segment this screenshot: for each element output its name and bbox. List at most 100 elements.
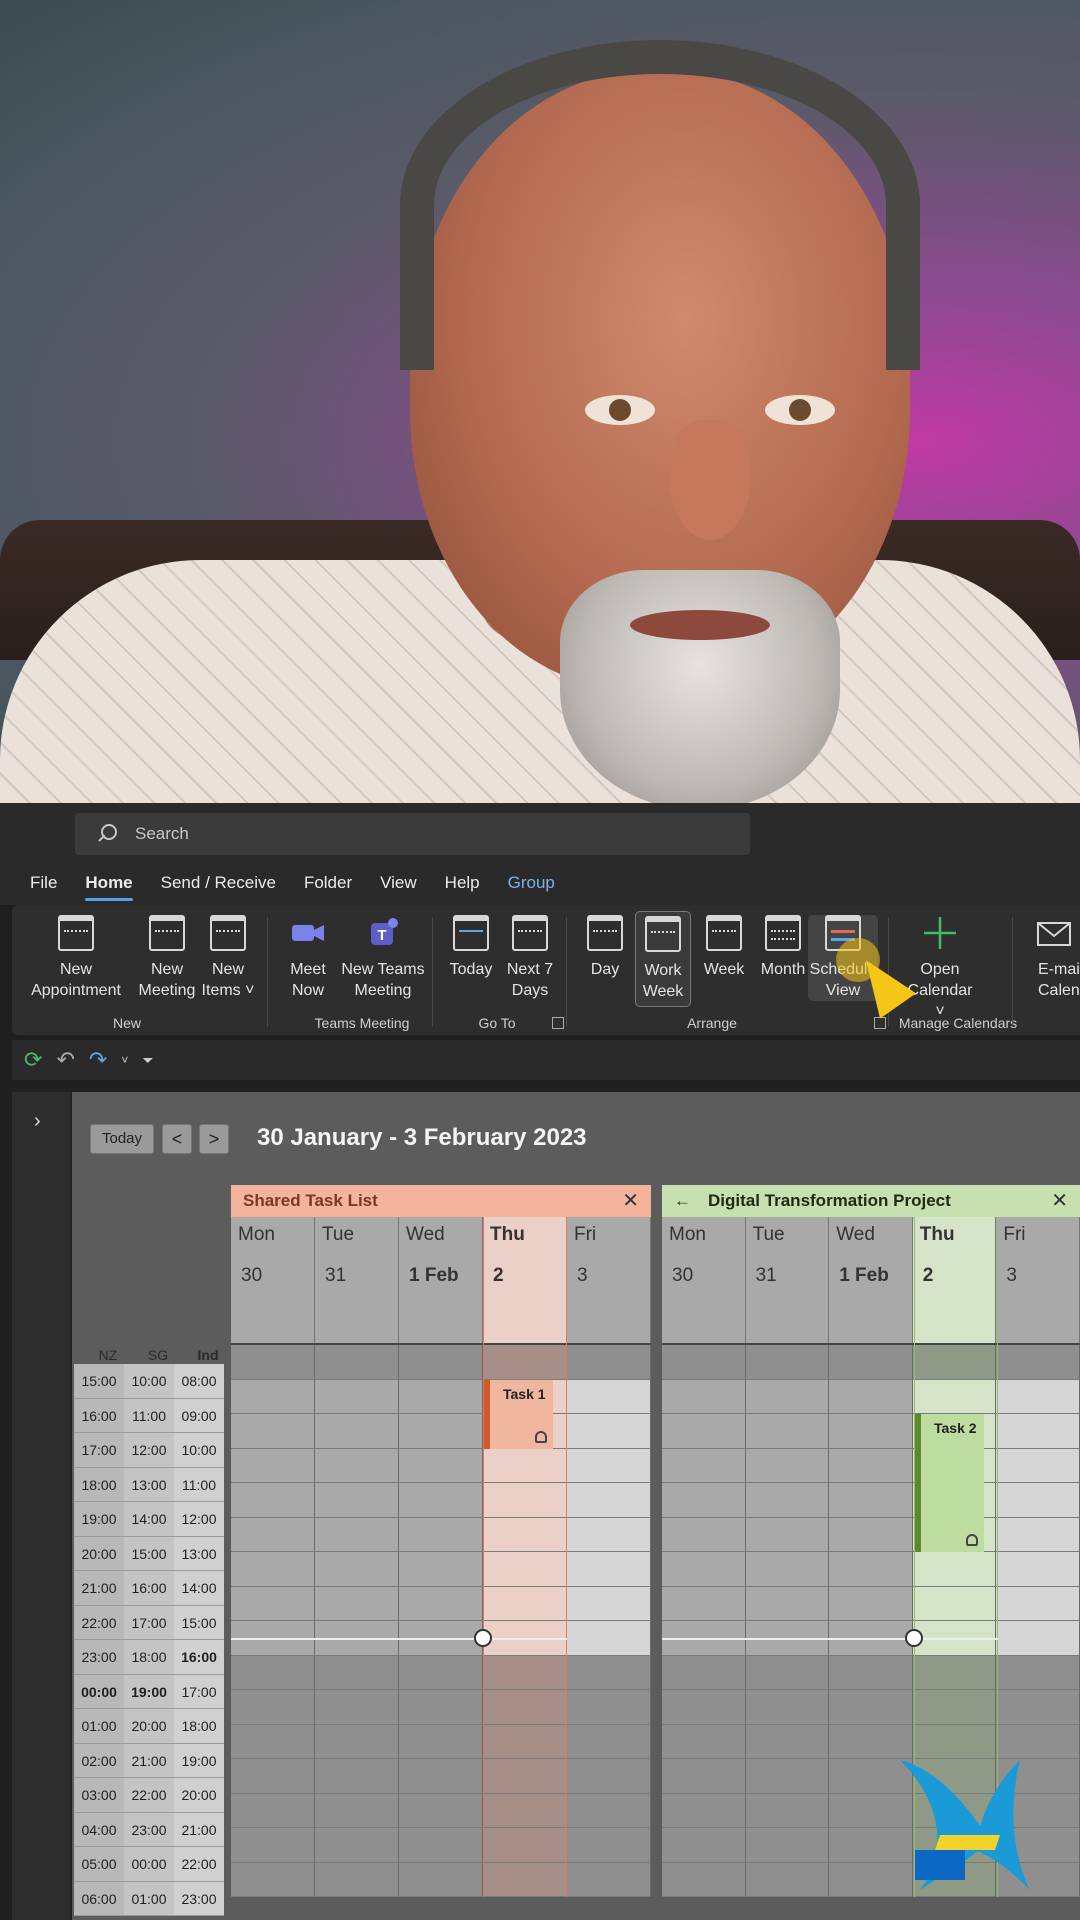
time-slot[interactable] <box>399 1828 483 1863</box>
time-slot[interactable] <box>315 1345 399 1380</box>
time-slot[interactable] <box>567 1621 651 1656</box>
time-slot[interactable] <box>483 1448 567 1483</box>
date-number[interactable]: 30 <box>662 1253 746 1343</box>
time-slot[interactable] <box>745 1345 830 1380</box>
time-slot[interactable] <box>231 1828 315 1863</box>
time-slot[interactable] <box>996 1379 1080 1414</box>
time-slot[interactable] <box>399 1345 483 1380</box>
time-slot[interactable] <box>315 1483 399 1518</box>
time-slot[interactable] <box>483 1793 567 1828</box>
time-slot[interactable] <box>231 1586 315 1621</box>
time-slot[interactable] <box>996 1621 1080 1656</box>
task-event[interactable]: Task 1 <box>484 1379 553 1449</box>
time-slot[interactable] <box>315 1793 399 1828</box>
new-appointment-button[interactable]: New Appointment <box>26 915 126 1001</box>
time-slot[interactable] <box>231 1414 315 1449</box>
time-slot[interactable] <box>567 1759 651 1794</box>
time-slot[interactable] <box>745 1793 830 1828</box>
time-slot[interactable] <box>567 1414 651 1449</box>
redo-dropdown-icon[interactable]: ˅ <box>121 1053 128 1067</box>
work-week-view-button[interactable]: Work Week <box>635 911 691 1007</box>
customize-toolbar-icon[interactable]: ⏷ <box>142 1052 153 1069</box>
new-meeting-button[interactable]: New Meeting <box>132 915 202 1001</box>
time-slot[interactable] <box>315 1724 399 1759</box>
time-slot[interactable] <box>829 1655 913 1690</box>
time-slot[interactable] <box>567 1552 651 1587</box>
time-slot[interactable] <box>745 1759 830 1794</box>
time-slot[interactable] <box>996 1345 1080 1380</box>
date-number[interactable]: 31 <box>315 1253 399 1343</box>
back-arrow-icon[interactable]: ← <box>674 1185 691 1217</box>
time-slot[interactable] <box>483 1586 567 1621</box>
time-slot[interactable] <box>662 1793 746 1828</box>
time-slot[interactable] <box>315 1862 399 1897</box>
time-slot[interactable] <box>996 1655 1080 1690</box>
new-teams-meeting-button[interactable]: T New Teams Meeting <box>338 915 428 1001</box>
time-slot[interactable] <box>829 1690 913 1725</box>
time-slot[interactable] <box>315 1655 399 1690</box>
date-number[interactable]: 3 <box>996 1253 1080 1343</box>
menu-folder[interactable]: Folder <box>304 873 352 897</box>
time-slot[interactable] <box>567 1448 651 1483</box>
week-view-button[interactable]: Week <box>698 915 750 980</box>
sync-icon[interactable]: ⟳ <box>24 1047 42 1073</box>
search-box[interactable]: Search <box>75 813 750 855</box>
previous-week-button[interactable]: < <box>162 1124 192 1154</box>
time-slot[interactable] <box>912 1655 997 1690</box>
time-slot[interactable] <box>662 1724 746 1759</box>
time-slot[interactable] <box>912 1379 997 1414</box>
time-slot[interactable] <box>231 1345 315 1380</box>
date-number[interactable]: 1 Feb <box>829 1253 913 1343</box>
time-slot[interactable] <box>567 1345 651 1380</box>
time-slot[interactable] <box>662 1690 746 1725</box>
time-slot[interactable] <box>912 1690 997 1725</box>
time-slot[interactable] <box>483 1862 567 1897</box>
time-slot[interactable] <box>483 1828 567 1863</box>
menu-view[interactable]: View <box>380 873 417 897</box>
next-week-button[interactable]: > <box>199 1124 229 1154</box>
time-slot[interactable] <box>745 1552 830 1587</box>
time-slot[interactable] <box>399 1552 483 1587</box>
next-7-days-button[interactable]: Next 7 Days <box>502 915 558 1001</box>
time-slot[interactable] <box>662 1414 746 1449</box>
time-slot[interactable] <box>315 1586 399 1621</box>
time-slot[interactable] <box>829 1345 913 1380</box>
time-slot[interactable] <box>996 1552 1080 1587</box>
time-slot[interactable] <box>399 1690 483 1725</box>
time-slot[interactable] <box>996 1448 1080 1483</box>
time-slot[interactable] <box>399 1379 483 1414</box>
time-slot[interactable] <box>567 1862 651 1897</box>
redo-icon[interactable]: ↷ <box>89 1047 107 1073</box>
date-number[interactable]: 1 Feb <box>399 1253 483 1343</box>
time-slot[interactable] <box>483 1759 567 1794</box>
month-view-button[interactable]: Month <box>754 915 812 980</box>
time-slot[interactable] <box>483 1552 567 1587</box>
calendar-today-button[interactable]: Today <box>90 1124 154 1154</box>
time-slot[interactable] <box>231 1862 315 1897</box>
time-slot[interactable] <box>567 1793 651 1828</box>
time-slot[interactable] <box>483 1655 567 1690</box>
time-slot[interactable] <box>996 1586 1080 1621</box>
close-pane-icon[interactable]: ✕ <box>622 1185 639 1217</box>
time-slot[interactable] <box>315 1690 399 1725</box>
menu-group[interactable]: Group <box>508 873 555 897</box>
time-slot[interactable] <box>745 1483 830 1518</box>
time-slot[interactable] <box>315 1379 399 1414</box>
time-slot[interactable] <box>399 1862 483 1897</box>
menu-file[interactable]: File <box>30 873 57 897</box>
time-slot[interactable] <box>829 1448 913 1483</box>
time-slot[interactable] <box>399 1517 483 1552</box>
time-slot[interactable] <box>483 1724 567 1759</box>
time-slot[interactable] <box>399 1414 483 1449</box>
time-slot[interactable] <box>662 1379 746 1414</box>
email-calendar-button[interactable]: E-mail Calendar <box>1030 915 1080 1001</box>
time-slot[interactable] <box>315 1414 399 1449</box>
time-slot[interactable] <box>912 1586 997 1621</box>
time-slot[interactable] <box>399 1655 483 1690</box>
time-slot[interactable] <box>745 1690 830 1725</box>
time-slot[interactable] <box>231 1379 315 1414</box>
time-slot[interactable] <box>399 1586 483 1621</box>
meet-now-button[interactable]: Meet Now <box>278 915 338 1001</box>
time-slot[interactable] <box>483 1517 567 1552</box>
time-slot[interactable] <box>483 1345 567 1380</box>
